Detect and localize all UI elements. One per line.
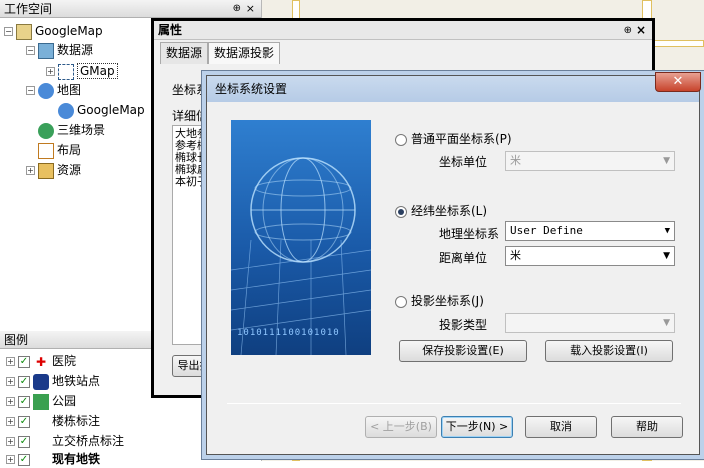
expand-icon[interactable]: + [6, 417, 15, 426]
workspace-icon [16, 23, 32, 40]
proj-type-select: ▼ [505, 313, 675, 333]
expand-icon[interactable]: + [6, 455, 15, 464]
prev-button[interactable]: < 上一步(B) [365, 416, 437, 438]
layer-checkbox[interactable]: ✓ [18, 395, 30, 408]
property-title: 属性 [158, 23, 183, 37]
expand-icon[interactable]: + [6, 377, 15, 386]
chevron-down-icon: ▼ [663, 251, 670, 261]
layer-checkbox[interactable]: ✓ [18, 375, 30, 388]
legend-item[interactable]: + ✓ 立交桥点标注 [6, 432, 124, 450]
layer-checkbox[interactable]: ✓ [18, 435, 30, 448]
next-button[interactable]: 下一步(N) > [441, 416, 513, 438]
close-button[interactable]: ✕ [655, 72, 701, 92]
datasource-icon [38, 42, 54, 59]
geo-coord-select[interactable]: User Define ▼ [505, 221, 675, 241]
collapse-icon[interactable]: − [26, 86, 35, 95]
tree-root[interactable]: − GoogleMap [4, 22, 103, 40]
legend-item[interactable]: + ✓ 现有地铁 [6, 450, 100, 468]
legend-item[interactable]: + ✓ 公园 [6, 392, 76, 410]
layer-checkbox[interactable]: ✓ [18, 415, 30, 428]
geo-coord-option[interactable]: 经纬坐标系(L) [395, 202, 487, 219]
layer-checkbox[interactable]: ✓ [18, 453, 30, 466]
chevron-down-icon: ▼ [663, 156, 670, 166]
plane-coord-radio[interactable] [395, 133, 407, 146]
geo-coord-label: 地理坐标系 [439, 227, 500, 241]
cancel-button[interactable]: 取消 [525, 416, 597, 438]
proj-coord-option[interactable]: 投影坐标系(J) [395, 292, 484, 309]
coord-system-label: 坐标系 [172, 83, 209, 97]
globe-icon [38, 122, 54, 139]
legend-item[interactable]: + ✓ 楼栋标注 [6, 412, 100, 430]
legend-title: 图例 [4, 333, 29, 347]
map-icon [58, 102, 74, 119]
layout-icon [38, 142, 54, 159]
legend-item[interactable]: + ✓ ✚ 医院 [6, 352, 76, 370]
save-projection-button[interactable]: 保存投影设置(E) [399, 340, 527, 362]
chevron-down-icon: ▼ [664, 226, 670, 236]
geo-coord-radio[interactable] [395, 205, 407, 218]
tree-item-layouts[interactable]: 布局 [38, 141, 81, 159]
tree-item-datasources[interactable]: − 数据源 [26, 41, 93, 59]
label-icon [33, 414, 49, 430]
expand-icon[interactable]: + [6, 397, 15, 406]
expand-icon[interactable]: + [6, 357, 15, 366]
expand-icon[interactable]: + [46, 67, 55, 76]
subway-icon [33, 373, 49, 390]
dist-unit-select[interactable]: 米 ▼ [505, 246, 675, 266]
dist-unit-label: 距离单位 [439, 251, 488, 265]
tree-item-gmap[interactable]: + GMap [46, 62, 118, 80]
proj-type-label: 投影类型 [439, 318, 488, 332]
park-icon [33, 393, 49, 410]
resource-icon [38, 162, 54, 179]
tree-item-scenes[interactable]: 三维场景 [38, 121, 105, 139]
plane-coord-option[interactable]: 普通平面坐标系(P) [395, 130, 512, 147]
layer-checkbox[interactable]: ✓ [18, 355, 30, 368]
pin-icon[interactable]: ⊕ [624, 21, 632, 40]
coord-unit-label: 坐标单位 [439, 155, 488, 169]
property-tabs: 数据源 数据源投影 [154, 40, 652, 64]
tree-item-googlemap[interactable]: GoogleMap [58, 101, 145, 119]
close-icon[interactable]: × [636, 21, 646, 40]
expand-icon[interactable]: + [26, 166, 35, 175]
chevron-down-icon: ▼ [663, 318, 670, 328]
pin-icon[interactable]: ⊕ [233, 0, 241, 18]
legend-item[interactable]: + ✓ 地铁站点 [6, 372, 100, 390]
proj-coord-radio[interactable] [395, 295, 407, 308]
label-icon [33, 434, 49, 450]
coord-unit-select: 米 ▼ [505, 151, 675, 171]
tree-item-resources[interactable]: + 资源 [26, 161, 81, 179]
help-button[interactable]: 帮助 [611, 416, 683, 438]
tab-datasource[interactable]: 数据源 [160, 42, 209, 64]
property-title-bar: 属性 ⊕ × [154, 21, 652, 40]
map-icon [38, 82, 54, 99]
line-icon [33, 452, 49, 468]
globe-icon [231, 157, 371, 355]
close-icon[interactable]: × [246, 0, 255, 18]
expand-icon[interactable]: + [6, 437, 15, 446]
coord-system-dialog: 坐标系统设置 ✕ 1010111100101010 普通平面坐标系(P) 坐标单… [206, 72, 701, 455]
tree-item-maps[interactable]: − 地图 [26, 81, 81, 99]
globe-illustration: 1010111100101010 [231, 120, 371, 355]
detail-label: 详细信 [172, 109, 209, 123]
collapse-icon[interactable]: − [4, 27, 13, 36]
divider [227, 403, 681, 404]
gmap-icon [58, 63, 74, 80]
tab-projection[interactable]: 数据源投影 [208, 42, 281, 64]
hospital-icon: ✚ [35, 354, 47, 369]
dialog-title: 坐标系统设置 [215, 82, 288, 96]
dialog-title-bar: 坐标系统设置 ✕ [207, 72, 701, 102]
workspace-title: 工作空间 [4, 2, 53, 16]
collapse-icon[interactable]: − [26, 46, 35, 55]
binary-decoration: 1010111100101010 [237, 328, 340, 338]
workspace-title-bar: 工作空间 ⊕ × [0, 0, 261, 18]
load-projection-button[interactable]: 载入投影设置(I) [545, 340, 673, 362]
